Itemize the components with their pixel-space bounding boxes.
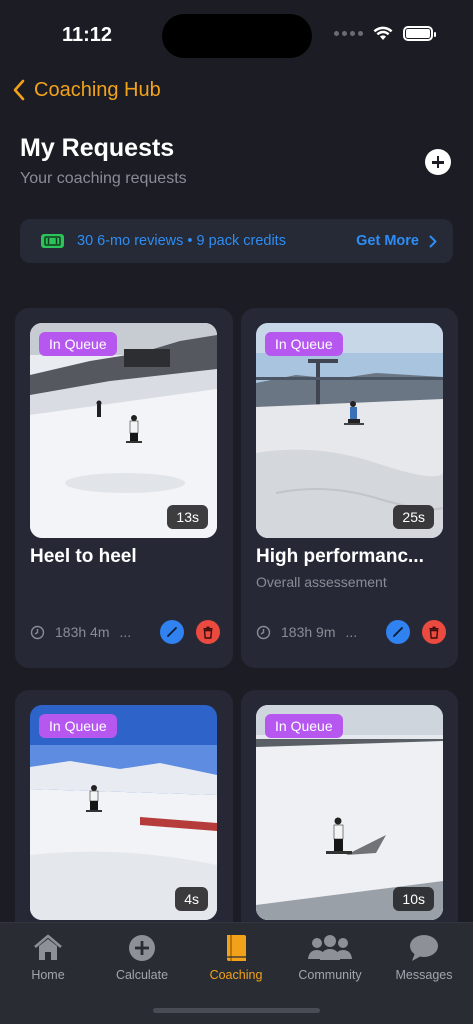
video-thumbnail[interactable]: In Queue 10s [256, 705, 443, 920]
wifi-icon [373, 26, 393, 40]
request-card[interactable]: In Queue 13s Heel to heel 183h 4m ... [15, 308, 233, 668]
pencil-icon [393, 627, 403, 637]
request-card[interactable]: In Queue 10s [241, 690, 458, 940]
status-time: 11:12 [62, 24, 113, 46]
edit-button[interactable] [160, 620, 184, 644]
people-icon [308, 935, 352, 960]
request-subtitle: Overall assessement [256, 574, 387, 590]
cellular-signal-icon [334, 31, 363, 36]
status-badge: In Queue [39, 332, 117, 356]
video-thumbnail[interactable]: In Queue 13s [30, 323, 217, 538]
clock-icon [30, 625, 45, 639]
tab-label: Home [31, 968, 65, 982]
request-card[interactable]: In Queue 4s [15, 690, 233, 940]
chevron-right-icon [429, 235, 437, 247]
delete-button[interactable] [196, 620, 220, 644]
status-bar: 11:12 [0, 0, 473, 70]
ticket-icon [41, 234, 64, 248]
plus-circle-icon [129, 935, 155, 961]
delete-button[interactable] [422, 620, 446, 644]
status-indicators [334, 26, 436, 41]
trash-icon [203, 626, 213, 639]
get-more-link[interactable]: Get More [356, 233, 437, 249]
home-indicator [153, 1008, 320, 1013]
duration-badge: 13s [167, 505, 208, 529]
video-thumbnail[interactable]: In Queue 4s [30, 705, 217, 920]
duration-badge: 10s [393, 887, 434, 911]
video-thumbnail[interactable]: In Queue 25s [256, 323, 443, 538]
book-icon [227, 935, 246, 961]
tab-label: Coaching [209, 968, 263, 982]
status-badge: In Queue [39, 714, 117, 738]
page-title: My Requests [20, 134, 175, 162]
ellipsis: ... [119, 624, 132, 640]
tab-label: Messages [395, 968, 453, 982]
tab-home[interactable]: Home [1, 931, 95, 982]
clock-icon [256, 625, 271, 639]
tab-label: Calculate [115, 968, 169, 982]
status-badge: In Queue [265, 332, 343, 356]
tab-community[interactable]: Community [283, 931, 377, 982]
edit-button[interactable] [386, 620, 410, 644]
page-subtitle: Your coaching requests [20, 170, 187, 187]
duration-badge: 25s [393, 505, 434, 529]
request-title: Heel to heel [30, 546, 137, 567]
request-title: High performanc... [256, 546, 424, 567]
chevron-left-icon [13, 79, 25, 101]
tab-messages[interactable]: Messages [377, 931, 471, 982]
home-icon [34, 934, 62, 960]
add-request-button[interactable] [425, 149, 451, 175]
credits-summary: 30 6-mo reviews • 9 pack credits [77, 233, 286, 249]
dynamic-island [162, 14, 312, 58]
tab-calculate[interactable]: Calculate [95, 931, 189, 982]
elapsed-time: 183h 4m [55, 624, 110, 640]
credits-banner[interactable]: 30 6-mo reviews • 9 pack credits Get Mor… [20, 219, 453, 263]
trash-icon [429, 626, 439, 639]
pencil-icon [167, 627, 177, 637]
ellipsis: ... [345, 624, 358, 640]
chat-bubble-icon [410, 935, 438, 961]
battery-icon [403, 26, 436, 41]
status-badge: In Queue [265, 714, 343, 738]
elapsed-time: 183h 9m [281, 624, 336, 640]
get-more-label: Get More [356, 233, 419, 249]
back-button[interactable]: Coaching Hub [12, 78, 161, 102]
tab-label: Community [298, 968, 362, 982]
duration-badge: 4s [175, 887, 208, 911]
tab-coaching[interactable]: Coaching [189, 931, 283, 982]
back-label: Coaching Hub [34, 78, 161, 101]
card-footer: 183h 9m ... [256, 620, 446, 644]
card-footer: 183h 4m ... [30, 620, 220, 644]
request-card[interactable]: In Queue 25s High performanc... Overall … [241, 308, 458, 668]
